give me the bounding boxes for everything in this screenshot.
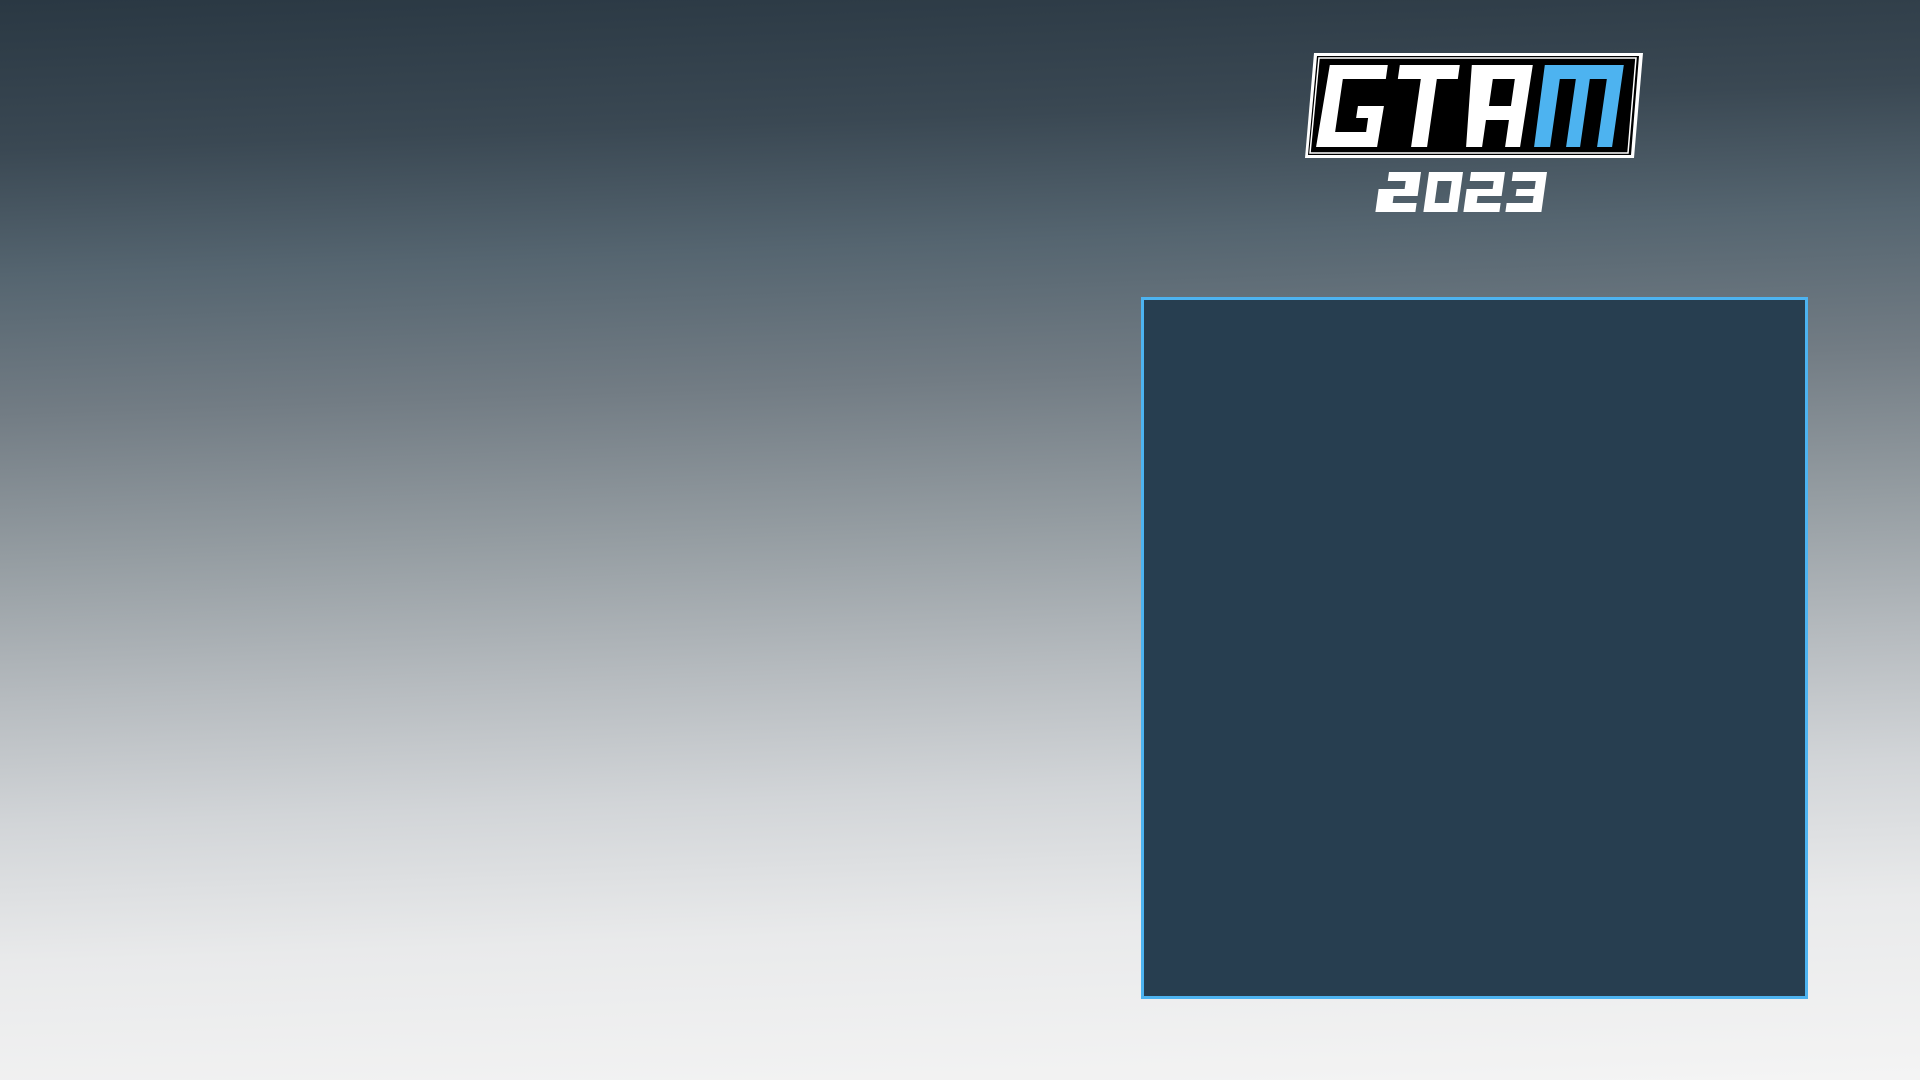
event-logo	[1303, 48, 1655, 234]
logo-letter-m	[1534, 65, 1624, 147]
content-panel	[1141, 297, 1808, 999]
logo-year	[1375, 172, 1547, 212]
